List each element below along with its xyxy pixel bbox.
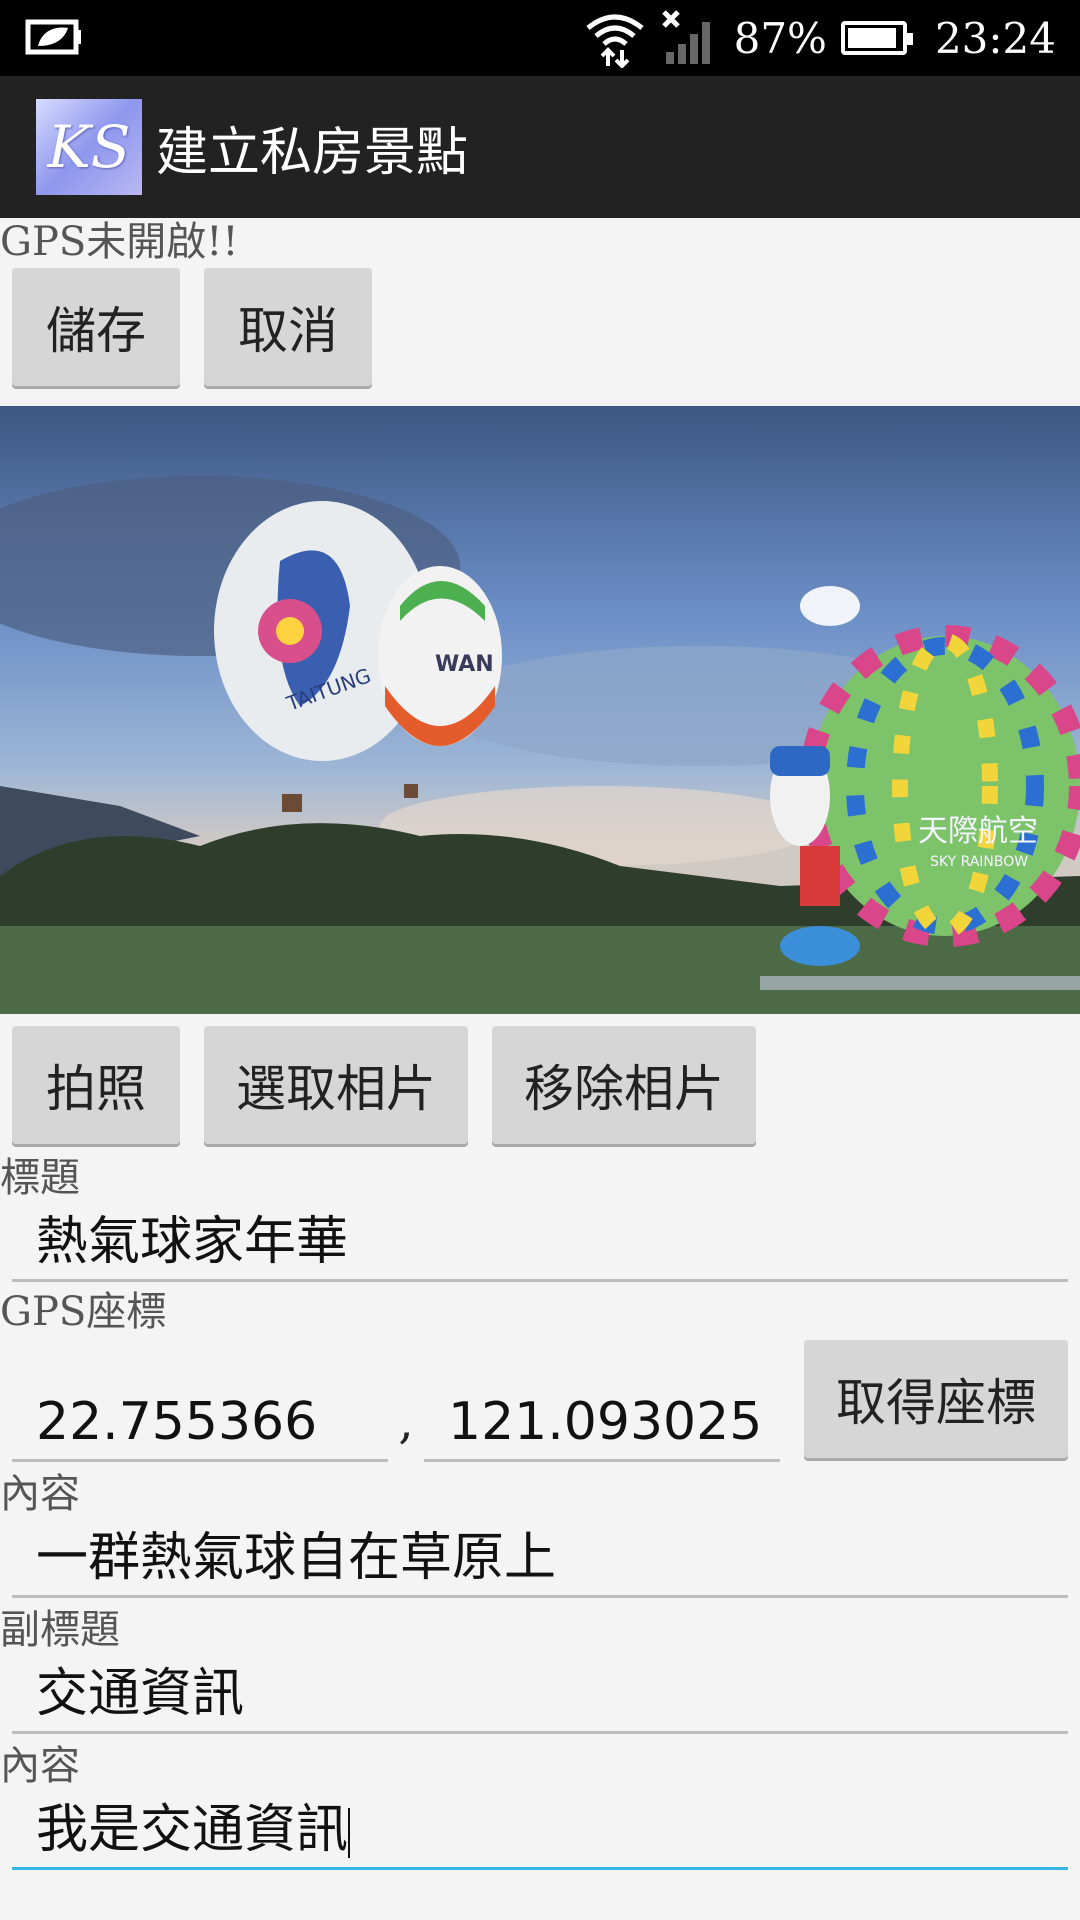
page-title: 建立私房景點 bbox=[156, 122, 469, 183]
title-input[interactable]: 熱氣球家年華 bbox=[12, 1202, 1068, 1282]
title-label: 標題 bbox=[0, 1155, 80, 1201]
hot-air-balloon-photo: TAITUNG WAN 天際航空 SKY RAINBOW bbox=[0, 406, 1080, 1014]
subtitle-label: 副標題 bbox=[0, 1607, 120, 1653]
content-label: 內容 bbox=[0, 1471, 80, 1517]
app-logo[interactable]: KS bbox=[36, 99, 142, 195]
clock: 23:24 bbox=[934, 13, 1056, 63]
action-bar: KS 建立私房景點 bbox=[0, 76, 1080, 218]
gps-status-text: GPS未開啟!! bbox=[0, 219, 239, 265]
wifi-icon bbox=[586, 14, 644, 68]
signal-icon bbox=[661, 10, 710, 64]
select-photo-button[interactable]: 選取相片 bbox=[204, 1026, 468, 1144]
battery-percent: 87% bbox=[733, 13, 827, 63]
remove-photo-button[interactable]: 移除相片 bbox=[492, 1026, 756, 1144]
battery-icon bbox=[840, 21, 913, 55]
content-input[interactable]: 一群熱氣球自在草原上 bbox=[12, 1518, 1068, 1598]
save-button[interactable]: 儲存 bbox=[12, 268, 180, 386]
logo-text: KS bbox=[47, 113, 131, 181]
content2-value: 我是交通資訊 bbox=[36, 1800, 349, 1860]
coords-separator: , bbox=[398, 1394, 414, 1450]
balloon-text-wan: WAN bbox=[435, 652, 494, 677]
text-caret bbox=[348, 1808, 351, 1858]
selected-photo: TAITUNG WAN 天際航空 SKY RAINBOW bbox=[0, 406, 1080, 1014]
content2-label: 內容 bbox=[0, 1743, 80, 1789]
gps-label: GPS座標 bbox=[0, 1289, 167, 1335]
cancel-button[interactable]: 取消 bbox=[204, 268, 372, 386]
status-bar: 87% 23:24 bbox=[0, 0, 1080, 76]
battery-saver-icon bbox=[24, 12, 84, 66]
take-photo-button[interactable]: 拍照 bbox=[12, 1026, 180, 1144]
content2-input[interactable]: 我是交通資訊 bbox=[12, 1790, 1068, 1870]
latitude-input[interactable]: 22.755366 bbox=[12, 1382, 388, 1462]
balloon-text-sky-sub: SKY RAINBOW bbox=[930, 854, 1028, 870]
get-coordinates-button[interactable]: 取得座標 bbox=[804, 1340, 1068, 1458]
longitude-input[interactable]: 121.093025 bbox=[424, 1382, 780, 1462]
subtitle-input[interactable]: 交通資訊 bbox=[12, 1654, 1068, 1734]
balloon-text-sky: 天際航空 bbox=[918, 814, 1038, 849]
